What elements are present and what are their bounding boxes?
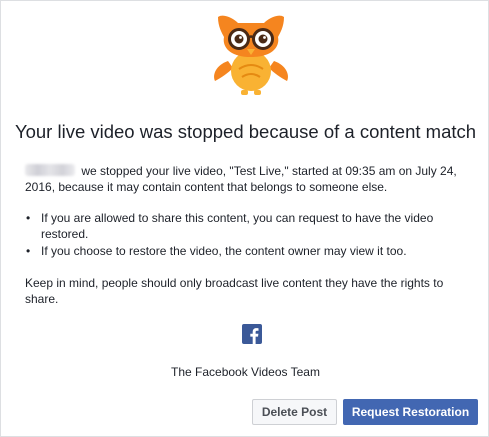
bullet-text: If you are allowed to share this content… xyxy=(41,211,434,241)
info-bullet-list: • If you are allowed to share this conte… xyxy=(25,210,465,260)
content-match-dialog: Your live video was stopped because of a… xyxy=(0,0,489,437)
keep-in-mind-paragraph: Keep in mind, people should only broadca… xyxy=(25,276,444,306)
bullet-text: If you choose to restore the video, the … xyxy=(41,244,407,258)
dialog-title: Your live video was stopped because of a… xyxy=(14,121,477,142)
bullet-item-owner-view: • If you choose to restore the video, th… xyxy=(25,243,465,259)
owl-mascot-icon xyxy=(214,15,288,95)
facebook-f-icon xyxy=(242,324,262,344)
intro-text: we stopped your live video, "Test Live,"… xyxy=(25,164,457,194)
bullet-dot-icon: • xyxy=(26,244,31,258)
bullet-dot-icon: • xyxy=(26,211,31,225)
bullet-item-request: • If you are allowed to share this conte… xyxy=(25,210,465,242)
intro-paragraph: we stopped your live video, "Test Live,"… xyxy=(25,163,469,195)
request-restoration-button[interactable]: Request Restoration xyxy=(343,399,478,425)
delete-post-button[interactable]: Delete Post xyxy=(252,399,337,425)
redacted-user-name xyxy=(25,164,75,176)
signature-text: The Facebook Videos Team xyxy=(171,365,320,379)
